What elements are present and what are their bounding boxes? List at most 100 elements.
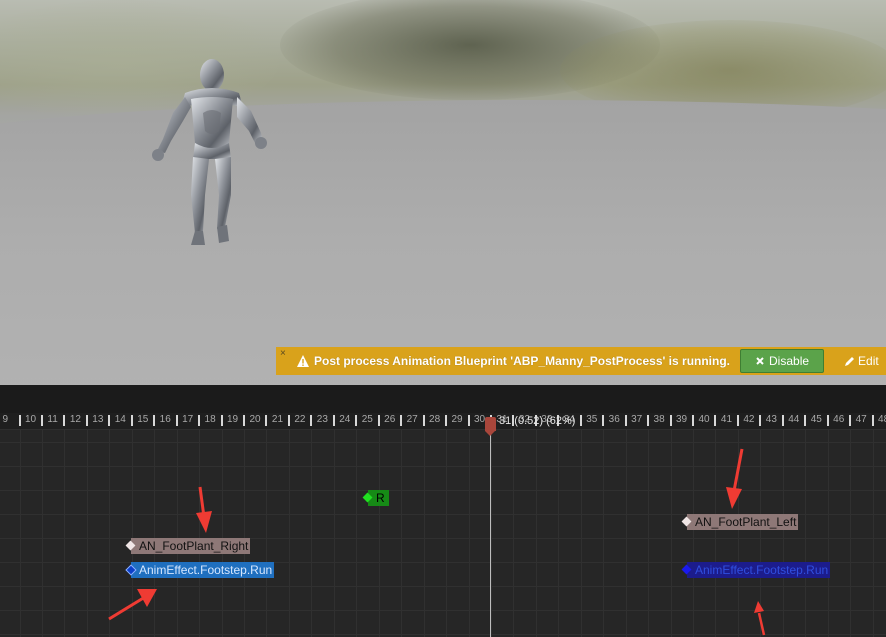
ruler-frame-label: 9 xyxy=(2,414,9,425)
ruler-tick xyxy=(153,415,156,426)
notify-label: R xyxy=(376,491,385,505)
grid-line xyxy=(535,430,537,637)
ruler-frame-label: 35 xyxy=(586,414,598,425)
ruler-tick xyxy=(18,415,21,426)
ruler-tick xyxy=(624,415,627,426)
animation-viewport[interactable]: × Post process Animation Blueprint 'ABP_… xyxy=(0,0,886,385)
ruler-frame-label: 17 xyxy=(182,414,194,425)
grid-line xyxy=(558,430,560,637)
ruler-frame-label: 20 xyxy=(249,414,261,425)
notify-timeline-panel: 9 10 11 12 13 14 15 16 17 18 19 20 21 22 23 24 25 26 27 28 2… xyxy=(0,385,886,637)
ruler-tick xyxy=(377,415,380,426)
mannequin-character[interactable] xyxy=(145,55,275,255)
ruler-frame-label: 29 xyxy=(451,414,463,425)
ruler-frame-label: 36 xyxy=(608,414,620,425)
ruler-frame-label: 42 xyxy=(743,414,755,425)
grid-line xyxy=(670,430,672,637)
ruler-tick xyxy=(220,415,223,426)
ruler-tick xyxy=(669,415,672,426)
ruler-frame-label: 26 xyxy=(384,414,396,425)
grid-line xyxy=(221,430,223,637)
playhead-handle[interactable] xyxy=(485,417,496,436)
grid-line xyxy=(580,430,582,637)
grid-line xyxy=(513,430,515,637)
ruler-tick xyxy=(108,415,111,426)
grid-row-line xyxy=(0,442,886,443)
disable-button[interactable]: Disable xyxy=(740,349,825,373)
grid-line xyxy=(401,430,403,637)
ruler-tick xyxy=(826,415,829,426)
grid-line xyxy=(266,430,268,637)
ruler-frame-label: 21 xyxy=(271,414,284,425)
grid-line xyxy=(19,430,21,637)
ruler-frame-label: 10 xyxy=(24,414,37,425)
close-x-icon xyxy=(756,357,764,365)
grid-line xyxy=(625,430,627,637)
ruler-frame-label: 46 xyxy=(833,414,845,425)
notify-footstep-run-1[interactable]: AnimEffect.Footstep.Run xyxy=(125,562,275,578)
ruler-tick xyxy=(400,415,403,426)
grid-line xyxy=(648,430,650,637)
ruler-frame-label: 30 xyxy=(473,414,486,425)
ruler-frame-label: 22 xyxy=(294,414,306,425)
annotation-arrow-down-right xyxy=(726,448,744,509)
ruler-tick xyxy=(130,415,133,426)
grid-line xyxy=(423,430,425,637)
ruler-frame-label: 23 xyxy=(316,414,328,425)
playhead-line xyxy=(490,421,491,637)
ruler-tick xyxy=(759,415,762,426)
ruler-tick xyxy=(265,415,268,426)
ruler-frame-label: 12 xyxy=(69,414,81,425)
ruler-frame-label: 16 xyxy=(159,414,171,425)
notify-footplant-right[interactable]: AN_FootPlant_Right xyxy=(125,538,251,554)
pencil-icon xyxy=(845,356,855,366)
ruler-tick xyxy=(467,415,470,426)
grid-line xyxy=(176,430,178,637)
annotation-arrow-up xyxy=(754,601,766,636)
notify-marker-r[interactable]: R xyxy=(362,490,389,506)
frame-ruler[interactable]: 9 10 11 12 13 14 15 16 17 18 19 20 21 22 23 24 25 26 27 28 2… xyxy=(0,413,886,430)
notify-label: AnimEffect.Footstep.Run xyxy=(695,563,829,577)
grid-row-line xyxy=(0,466,886,467)
ruler-frame-label: 48 xyxy=(878,414,886,425)
ruler-tick xyxy=(692,415,694,426)
ruler-frame-label: 37 xyxy=(631,414,643,425)
notify-label: AN_FootPlant_Right xyxy=(139,539,249,553)
edit-button[interactable]: Edit xyxy=(844,354,879,368)
annotation-arrow-down-left xyxy=(196,486,212,533)
notify-label: AN_FootPlant_Left xyxy=(695,515,797,529)
ruler-tick xyxy=(243,415,245,426)
warning-close-icon[interactable]: × xyxy=(280,348,286,359)
grid-line xyxy=(468,430,470,637)
playhead-frame-label: 31 (0.52) (62%) xyxy=(499,415,576,427)
ruler-frame-label: 18 xyxy=(204,414,216,425)
ruler-frame-label: 38 xyxy=(653,414,665,425)
grid-line xyxy=(446,430,448,637)
ruler-frame-label: 41 xyxy=(720,414,733,425)
notify-footplant-left[interactable]: AN_FootPlant_Left xyxy=(681,514,799,530)
ruler-tick xyxy=(445,415,448,426)
ruler-frame-label: 14 xyxy=(114,414,126,425)
ruler-tick xyxy=(647,415,650,426)
ruler-tick xyxy=(198,415,201,426)
grid-line xyxy=(490,430,492,637)
post-process-warning-bar: × Post process Animation Blueprint 'ABP_… xyxy=(276,347,886,375)
ruler-tick xyxy=(871,415,874,426)
ruler-frame-label: 27 xyxy=(406,414,418,425)
ruler-frame-label: 13 xyxy=(92,414,104,425)
grid-line xyxy=(805,430,807,637)
warning-triangle-icon xyxy=(297,355,309,367)
ruler-tick xyxy=(804,415,807,426)
ruler-tick xyxy=(310,415,313,426)
grid-line xyxy=(378,430,380,637)
warning-message: Post process Animation Blueprint 'ABP_Ma… xyxy=(314,354,731,368)
ruler-tick xyxy=(579,415,582,426)
ruler-tick xyxy=(175,415,178,426)
grid-line xyxy=(244,430,245,637)
notify-footstep-run-2[interactable]: AnimEffect.Footstep.Run xyxy=(681,562,831,578)
grid-line xyxy=(827,430,829,637)
ruler-tick xyxy=(85,415,88,426)
ruler-tick xyxy=(781,415,784,426)
ruler-frame-label: 24 xyxy=(339,414,351,425)
grid-line xyxy=(782,430,784,637)
